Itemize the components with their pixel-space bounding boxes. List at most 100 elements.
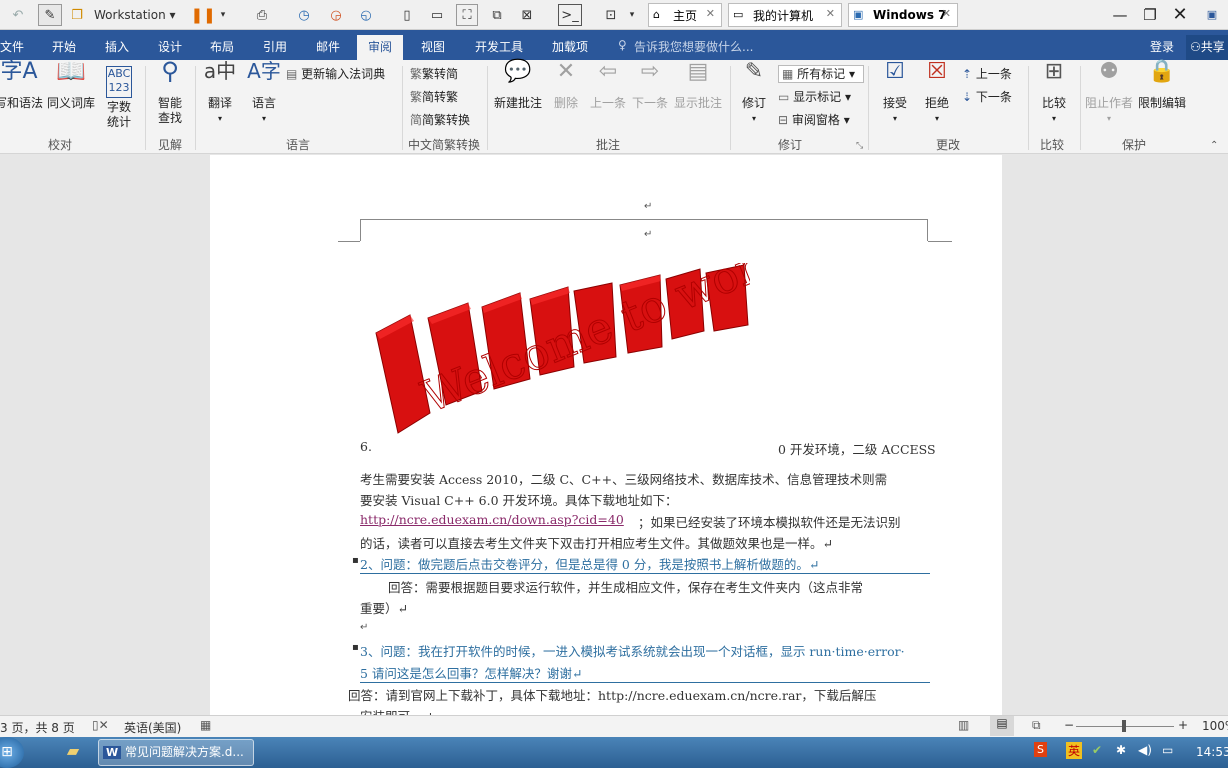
track-changes-button[interactable]: ✎ 修订 ▾ xyxy=(734,61,774,126)
page-count[interactable]: 3 页，共 8 页 xyxy=(0,719,75,736)
track-label: 修订 xyxy=(741,96,766,110)
start-button[interactable]: ⊞ xyxy=(0,737,24,768)
close-icon[interactable]: ✕ xyxy=(942,7,951,20)
tab-developer[interactable]: 开发工具 xyxy=(475,38,523,55)
accept-button[interactable]: ☑ 接受 ▾ xyxy=(874,61,916,126)
zoom-out-icon[interactable]: − xyxy=(1064,718,1074,732)
sidebar-icon[interactable]: ▯ xyxy=(396,4,418,26)
tab-review[interactable]: 审阅 xyxy=(357,35,404,60)
reject-button[interactable]: ☒ 拒绝 ▾ xyxy=(916,61,958,126)
close-icon[interactable]: ✕ xyxy=(1168,4,1192,26)
ime-indicator[interactable]: 英 xyxy=(1066,742,1083,759)
macro-icon[interactable]: ▦ xyxy=(200,718,211,732)
restore-icon[interactable]: ▣ xyxy=(1200,4,1224,26)
tab-design[interactable]: 设计 xyxy=(158,38,182,55)
download-link[interactable]: http://ncre.eduexam.cn/down.asp?cid=40 xyxy=(360,512,624,527)
prev-change-icon: ⇡ xyxy=(962,67,973,81)
volume-icon[interactable]: ◀) xyxy=(1138,743,1152,757)
prev-comment-icon: ⇦ xyxy=(598,59,618,84)
tab-my-computer[interactable]: ▭ 我的计算机 ✕ xyxy=(728,3,842,27)
pause-icon[interactable]: ❚❚ xyxy=(190,4,215,26)
document-page[interactable]: ↵ ↵ Welcome to world 6. 0 开发环境，二级 ACCESS… xyxy=(210,155,1002,715)
login-link[interactable]: 登录 xyxy=(1150,38,1174,55)
language-button[interactable]: A字 语言 ▾ xyxy=(244,61,284,126)
tab-mailings[interactable]: 邮件 xyxy=(316,38,340,55)
smart-lookup-button[interactable]: ⚲ 智能 查找 xyxy=(150,59,190,126)
next-change-button[interactable]: ⇣ 下一条 xyxy=(962,89,1012,105)
delete-comment-button[interactable]: ✕ 删除 xyxy=(546,61,586,111)
security-icon[interactable]: ✔ xyxy=(1092,743,1102,757)
restore-icon[interactable]: ❐ xyxy=(1138,4,1162,26)
wordart-graphic[interactable]: Welcome to world xyxy=(370,263,750,455)
zoom-slider-thumb[interactable] xyxy=(1122,720,1126,732)
tab-file[interactable]: 文件 xyxy=(0,38,24,55)
minimize-icon[interactable]: — xyxy=(1108,4,1132,26)
print-layout-icon[interactable]: ▤ xyxy=(990,716,1014,736)
stretch-icon[interactable]: ⊠ xyxy=(516,4,538,26)
workstation-menu[interactable]: Workstation ▾ xyxy=(94,4,176,26)
vm-library-icon[interactable]: ❐ xyxy=(66,4,88,26)
language-status[interactable]: 英语(美国) xyxy=(124,719,181,736)
tab-addins[interactable]: 加载项 xyxy=(552,38,588,55)
network-icon[interactable]: ▭ xyxy=(1162,743,1173,757)
revert-snapshot-icon[interactable]: ◶ xyxy=(324,4,348,26)
dialog-launcher-icon[interactable]: ⤡ xyxy=(856,138,863,154)
tab-references[interactable]: 引用 xyxy=(263,38,287,55)
chevron-down-icon[interactable]: ▾ xyxy=(216,4,230,26)
tab-layout[interactable]: 布局 xyxy=(210,38,234,55)
update-ime-button[interactable]: ▤ 更新输入法词典 xyxy=(286,66,385,82)
thesaurus-button[interactable]: 📖 同义词库 xyxy=(46,59,96,111)
share-button[interactable]: ⚇共享 xyxy=(1186,35,1228,60)
show-markup-button[interactable]: ▭ 显示标记 ▾ xyxy=(778,89,851,105)
chevron-down-icon[interactable]: ▾ xyxy=(626,4,638,26)
bluetooth-icon[interactable]: ✱ xyxy=(1116,743,1126,757)
review-pane-button[interactable]: ⊟ 审阅窗格 ▾ xyxy=(778,112,850,128)
next-comment-button[interactable]: ⇨ 下一条 xyxy=(630,61,670,111)
zoom-in-icon[interactable]: + xyxy=(1178,718,1188,732)
block-authors-button[interactable]: ⚉ 阻止作者 ▾ xyxy=(1084,61,1134,126)
pin-icon[interactable]: ✎ xyxy=(38,4,62,26)
markup-select[interactable]: ▦ 所有标记 ▾ xyxy=(778,65,864,83)
convert-button[interactable]: 简简繁转换 xyxy=(410,112,470,128)
thumbnail-icon[interactable]: ▭ xyxy=(426,4,448,26)
collapse-ribbon-icon[interactable]: ⌃ xyxy=(1210,138,1218,154)
close-icon[interactable]: ✕ xyxy=(826,7,835,20)
show-comments-button[interactable]: ▤ 显示批注 xyxy=(672,61,724,111)
prev-comment-button[interactable]: ⇦ 上一条 xyxy=(588,59,628,111)
restrict-editing-button[interactable]: 🔒 限制编辑 xyxy=(1136,61,1188,111)
tab-insert[interactable]: 插入 xyxy=(105,38,129,55)
markup-icon: ▦ xyxy=(782,67,794,81)
clock[interactable]: 14:53 xyxy=(1196,745,1228,759)
snapshot-manager-icon[interactable]: ◵ xyxy=(354,4,378,26)
new-comment-button[interactable]: 💬 新建批注 xyxy=(492,61,544,111)
fullscreen-icon[interactable]: ⛶ xyxy=(456,4,478,26)
tab-home[interactable]: 开始 xyxy=(52,38,76,55)
snapshot-icon[interactable]: ◷ xyxy=(292,4,316,26)
view-icon[interactable]: ⊡ xyxy=(600,4,622,26)
taskbar-word-window[interactable]: W 常见问题解决方案.d... xyxy=(98,739,254,766)
s2t-button[interactable]: 繁简转繁 xyxy=(410,89,458,105)
tab-view[interactable]: 视图 xyxy=(421,38,445,55)
wordcount-button[interactable]: ABC 123 字数 统计 xyxy=(100,64,138,130)
console-icon[interactable]: >_ xyxy=(558,4,582,26)
translate-button[interactable]: a中 翻译 ▾ xyxy=(200,59,240,126)
translate-icon: a中 xyxy=(203,59,237,83)
web-layout-icon[interactable]: ⧉ xyxy=(1032,718,1041,733)
spelling-button[interactable]: 字A 写和语法 xyxy=(0,61,44,111)
back-icon[interactable]: ↶ xyxy=(6,4,30,26)
sogou-icon[interactable]: S xyxy=(1034,742,1047,757)
tab-windows7[interactable]: ▣ Windows 7 ✕ xyxy=(848,3,958,27)
zoom-level[interactable]: 100% xyxy=(1202,719,1228,733)
read-mode-icon[interactable]: ▥ xyxy=(958,718,969,732)
send-keys-icon[interactable]: ⎙ xyxy=(250,4,274,26)
ribbon: 字A 写和语法 📖 同义词库 ABC 123 字数 统计 校对 ⚲ 智能 查找 见… xyxy=(0,59,1228,154)
t2s-button[interactable]: 繁繁转简 xyxy=(410,66,458,82)
tab-home[interactable]: ⌂ 主页 ✕ xyxy=(648,3,722,27)
close-icon[interactable]: ✕ xyxy=(706,7,715,20)
proofing-icon[interactable]: ▯✕ xyxy=(92,718,109,732)
tell-me-input[interactable]: 告诉我您想要做什么... xyxy=(634,38,753,55)
compare-button[interactable]: ⊞ 比较 ▾ xyxy=(1034,61,1074,126)
folder-icon[interactable]: ▰ xyxy=(60,741,86,765)
prev-change-button[interactable]: ⇡ 上一条 xyxy=(962,66,1012,82)
unity-icon[interactable]: ⧉ xyxy=(486,4,508,26)
